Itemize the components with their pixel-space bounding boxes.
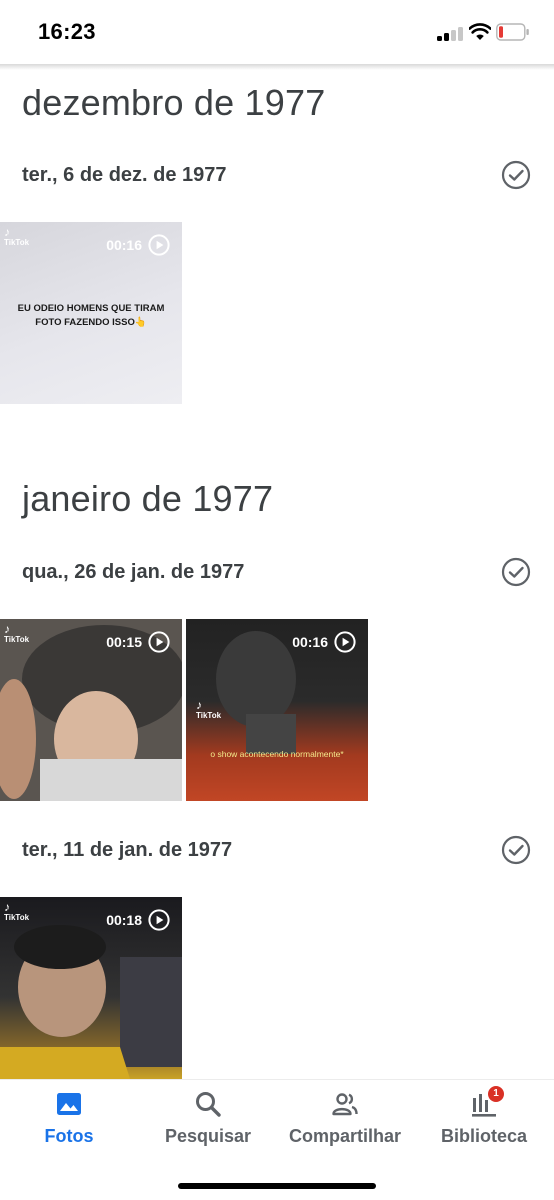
nav-label: Biblioteca — [440, 1126, 528, 1146]
status-bar: 16:23 — [0, 0, 554, 64]
tiktok-watermark: ♪ TikTok — [4, 901, 29, 922]
video-thumbnail[interactable]: ♪ TikTok 00:16 EU ODEIO HOMENS QUE TIRAM… — [0, 222, 182, 404]
header-shadow — [0, 64, 554, 70]
bottom-navigation: Fotos Pesquisar Compartilhar 1 Bibliotec… — [0, 1079, 554, 1200]
nav-item-compartilhar[interactable]: Compartilhar — [280, 1080, 410, 1170]
nav-label: Compartilhar — [288, 1126, 402, 1146]
video-thumbnail[interactable]: ♪ TikTok 00:18 — [0, 897, 182, 1079]
notification-badge: 1 — [488, 1086, 504, 1102]
select-day-check-icon[interactable] — [501, 557, 531, 587]
photo-icon — [57, 1093, 81, 1115]
nav-item-biblioteca[interactable]: 1 Biblioteca — [436, 1080, 532, 1170]
people-icon — [332, 1093, 358, 1116]
nav-label: Pesquisar — [164, 1126, 252, 1146]
status-time: 16:23 — [38, 19, 96, 44]
home-indicator[interactable] — [178, 1183, 376, 1189]
tiktok-watermark: ♪ TikTok — [4, 226, 29, 247]
tiktok-label: TikTok — [196, 711, 222, 720]
library-icon-wrapper: 1 — [470, 1086, 504, 1118]
tiktok-logo-icon: ♪ — [4, 225, 10, 239]
tiktok-label: TikTok — [4, 635, 30, 644]
cellular-signal-icon — [437, 27, 463, 41]
play-icon — [148, 631, 170, 653]
video-duration: 00:16 — [106, 237, 142, 253]
wifi-icon — [469, 23, 491, 40]
video-duration: 00:16 — [292, 634, 328, 650]
battery-icon — [496, 23, 529, 41]
play-icon — [148, 909, 170, 931]
day-header: ter., 6 de dez. de 1977 — [22, 164, 227, 186]
nav-item-pesquisar[interactable]: Pesquisar — [158, 1080, 258, 1170]
month-header: dezembro de 1977 — [22, 82, 326, 123]
video-duration: 00:15 — [106, 634, 142, 650]
month-header: janeiro de 1977 — [22, 478, 274, 519]
select-day-check-icon[interactable] — [501, 160, 531, 190]
video-thumbnail[interactable]: ♪ TikTok 00:15 — [0, 619, 182, 801]
tiktok-watermark: ♪ TikTok — [196, 699, 221, 720]
nav-label: Fotos — [44, 1126, 94, 1146]
video-thumbnail[interactable]: ♪ TikTok 00:16 o show acontecendo normal… — [186, 619, 368, 801]
tiktok-logo-icon: ♪ — [196, 698, 202, 712]
tiktok-logo-icon: ♪ — [4, 900, 10, 914]
day-header: ter., 11 de jan. de 1977 — [22, 839, 233, 861]
play-icon — [334, 631, 356, 653]
select-day-check-icon[interactable] — [501, 835, 531, 865]
tiktok-label: TikTok — [4, 913, 30, 922]
tiktok-logo-icon: ♪ — [4, 622, 10, 636]
video-caption: EU ODEIO HOMENS QUE TIRAM FOTO FAZENDO I… — [17, 303, 165, 328]
day-header: qua., 26 de jan. de 1977 — [22, 561, 245, 583]
video-caption: o show acontecendo normalmente* — [210, 749, 344, 759]
search-icon — [196, 1092, 221, 1117]
video-duration: 00:18 — [106, 912, 142, 928]
nav-item-fotos[interactable]: Fotos — [24, 1080, 114, 1170]
tiktok-label: TikTok — [4, 238, 30, 247]
tiktok-watermark: ♪ TikTok — [4, 623, 29, 644]
play-icon — [148, 234, 170, 256]
